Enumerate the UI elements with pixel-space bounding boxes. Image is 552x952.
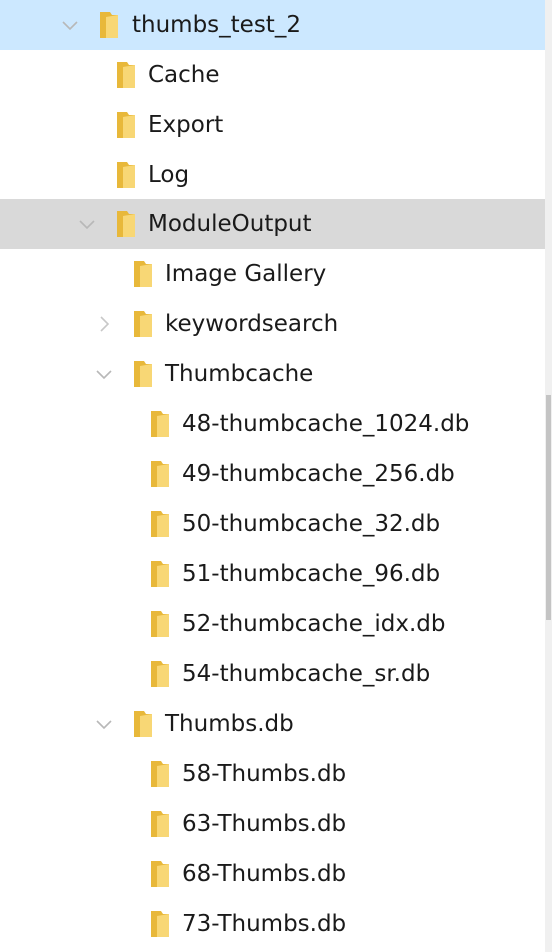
tree-item-log[interactable]: Log [0, 150, 545, 200]
tree-item-label: 49-thumbcache_256.db [182, 461, 455, 487]
tree-item-63-thumbs-db[interactable]: 63-Thumbs.db [0, 799, 545, 849]
tree-item-label: Thumbs.db [165, 711, 294, 737]
chevron-down-icon[interactable] [77, 214, 97, 234]
tree-item-export[interactable]: Export [0, 100, 545, 150]
tree-item-68-thumbs-db[interactable]: 68-Thumbs.db [0, 849, 545, 899]
folder-icon [115, 61, 137, 89]
folder-icon [132, 360, 154, 388]
tree-item-image-gallery[interactable]: Image Gallery [0, 249, 545, 299]
folder-icon [149, 460, 171, 488]
tree-item-54-thumbcache-sr-db[interactable]: 54-thumbcache_sr.db [0, 649, 545, 699]
folder-icon [149, 410, 171, 438]
tree-item-label: Log [148, 162, 190, 188]
tree-item-label: keywordsearch [165, 311, 339, 337]
chevron-down-icon[interactable] [94, 714, 114, 734]
tree-item-moduleoutput[interactable]: ModuleOutput [0, 199, 545, 249]
tree-item-label: 58-Thumbs.db [182, 761, 347, 787]
tree-item-label: 48-thumbcache_1024.db [182, 411, 470, 437]
folder-icon [132, 260, 154, 288]
tree-item-thumbs-db[interactable]: Thumbs.db [0, 699, 545, 749]
folder-icon [115, 210, 137, 238]
tree-item-label: 73-Thumbs.db [182, 911, 347, 937]
folder-icon [149, 510, 171, 538]
folder-tree: thumbs_test_2 Cache Export Log ModuleOut… [0, 0, 545, 952]
tree-item-52-thumbcache-idx-db[interactable]: 52-thumbcache_idx.db [0, 599, 545, 649]
tree-item-50-thumbcache-32-db[interactable]: 50-thumbcache_32.db [0, 499, 545, 549]
tree-item-51-thumbcache-96-db[interactable]: 51-thumbcache_96.db [0, 549, 545, 599]
folder-icon [149, 810, 171, 838]
folder-icon [149, 860, 171, 888]
folder-icon [115, 111, 137, 139]
tree-item-label: Thumbcache [165, 361, 314, 387]
tree-item-label: 54-thumbcache_sr.db [182, 661, 431, 687]
scrollbar-thumb[interactable] [546, 395, 551, 620]
tree-item-label: Cache [148, 62, 220, 88]
chevron-down-icon[interactable] [94, 364, 114, 384]
tree-item-label: 51-thumbcache_96.db [182, 561, 441, 587]
tree-item-49-thumbcache-256-db[interactable]: 49-thumbcache_256.db [0, 449, 545, 499]
tree-item-48-thumbcache-1024-db[interactable]: 48-thumbcache_1024.db [0, 399, 545, 449]
vertical-scrollbar[interactable] [545, 0, 552, 952]
tree-item-thumbs-test-2[interactable]: thumbs_test_2 [0, 0, 545, 50]
tree-item-cache[interactable]: Cache [0, 50, 545, 100]
tree-item-label: Export [148, 112, 224, 138]
tree-item-keywordsearch[interactable]: keywordsearch [0, 299, 545, 349]
folder-icon [98, 11, 120, 39]
tree-item-73-thumbs-db[interactable]: 73-Thumbs.db [0, 899, 545, 949]
tree-item-label: 68-Thumbs.db [182, 861, 347, 887]
folder-icon [132, 310, 154, 338]
folder-icon [149, 560, 171, 588]
folder-icon [149, 910, 171, 938]
folder-icon [115, 161, 137, 189]
folder-icon [132, 710, 154, 738]
folder-icon [149, 760, 171, 788]
folder-icon [149, 660, 171, 688]
tree-item-thumbcache[interactable]: Thumbcache [0, 349, 545, 399]
tree-item-label: 52-thumbcache_idx.db [182, 611, 446, 637]
tree-item-label: 63-Thumbs.db [182, 811, 347, 837]
tree-item-label: ModuleOutput [148, 211, 312, 237]
folder-icon [149, 610, 171, 638]
tree-item-58-thumbs-db[interactable]: 58-Thumbs.db [0, 749, 545, 799]
tree-item-label: 50-thumbcache_32.db [182, 511, 441, 537]
tree-item-label: Image Gallery [165, 261, 327, 287]
tree-item-label: thumbs_test_2 [132, 12, 301, 38]
chevron-right-icon[interactable] [94, 314, 114, 334]
chevron-down-icon[interactable] [60, 15, 80, 35]
